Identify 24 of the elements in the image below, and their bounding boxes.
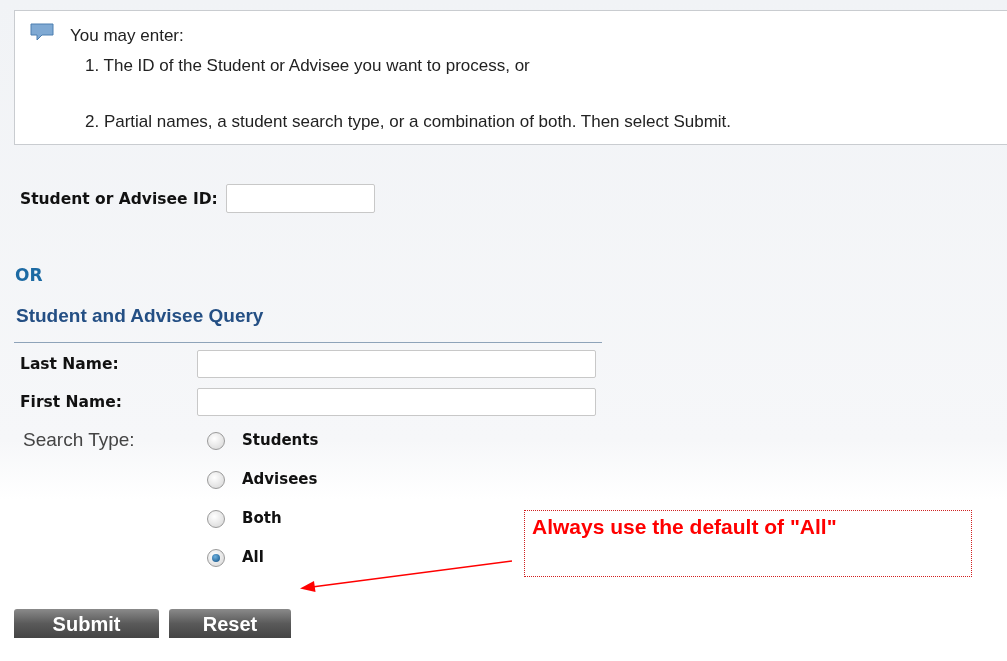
speech-bubble-icon <box>30 23 54 41</box>
radio-label: All <box>242 547 264 566</box>
submit-button[interactable]: Submit <box>14 609 159 638</box>
radio-label: Advisees <box>242 469 318 488</box>
id-input-field[interactable] <box>225 184 375 213</box>
reset-button[interactable]: Reset <box>169 609 291 638</box>
field-label: Student or Advisee ID: <box>20 189 218 208</box>
instruction-item: 2. Partial names, a student search type, or a combination of both. Then select Submit. <box>84 111 733 133</box>
instruction-item: 1. The ID of the Student or Advisee you want to process, or <box>84 55 531 77</box>
search-type-label: Search Type: <box>23 427 136 452</box>
field-label: First Name: <box>20 393 123 411</box>
field-label: Last Name: <box>20 355 120 373</box>
or-label: OR <box>15 264 44 286</box>
name-input-field[interactable] <box>197 350 596 378</box>
section-title: Student and Advisee Query <box>16 304 265 328</box>
annotation-callout: Always use the default of "All" <box>524 510 972 577</box>
radio-button[interactable] <box>207 432 225 450</box>
instructions-heading: You may enter: <box>70 25 184 47</box>
radio-button[interactable] <box>207 471 225 489</box>
radio-label: Students <box>242 430 319 449</box>
radio-button[interactable] <box>207 510 225 528</box>
radio-button[interactable] <box>207 549 225 567</box>
name-input-field[interactable] <box>197 388 596 416</box>
radio-label: Both <box>242 508 282 527</box>
